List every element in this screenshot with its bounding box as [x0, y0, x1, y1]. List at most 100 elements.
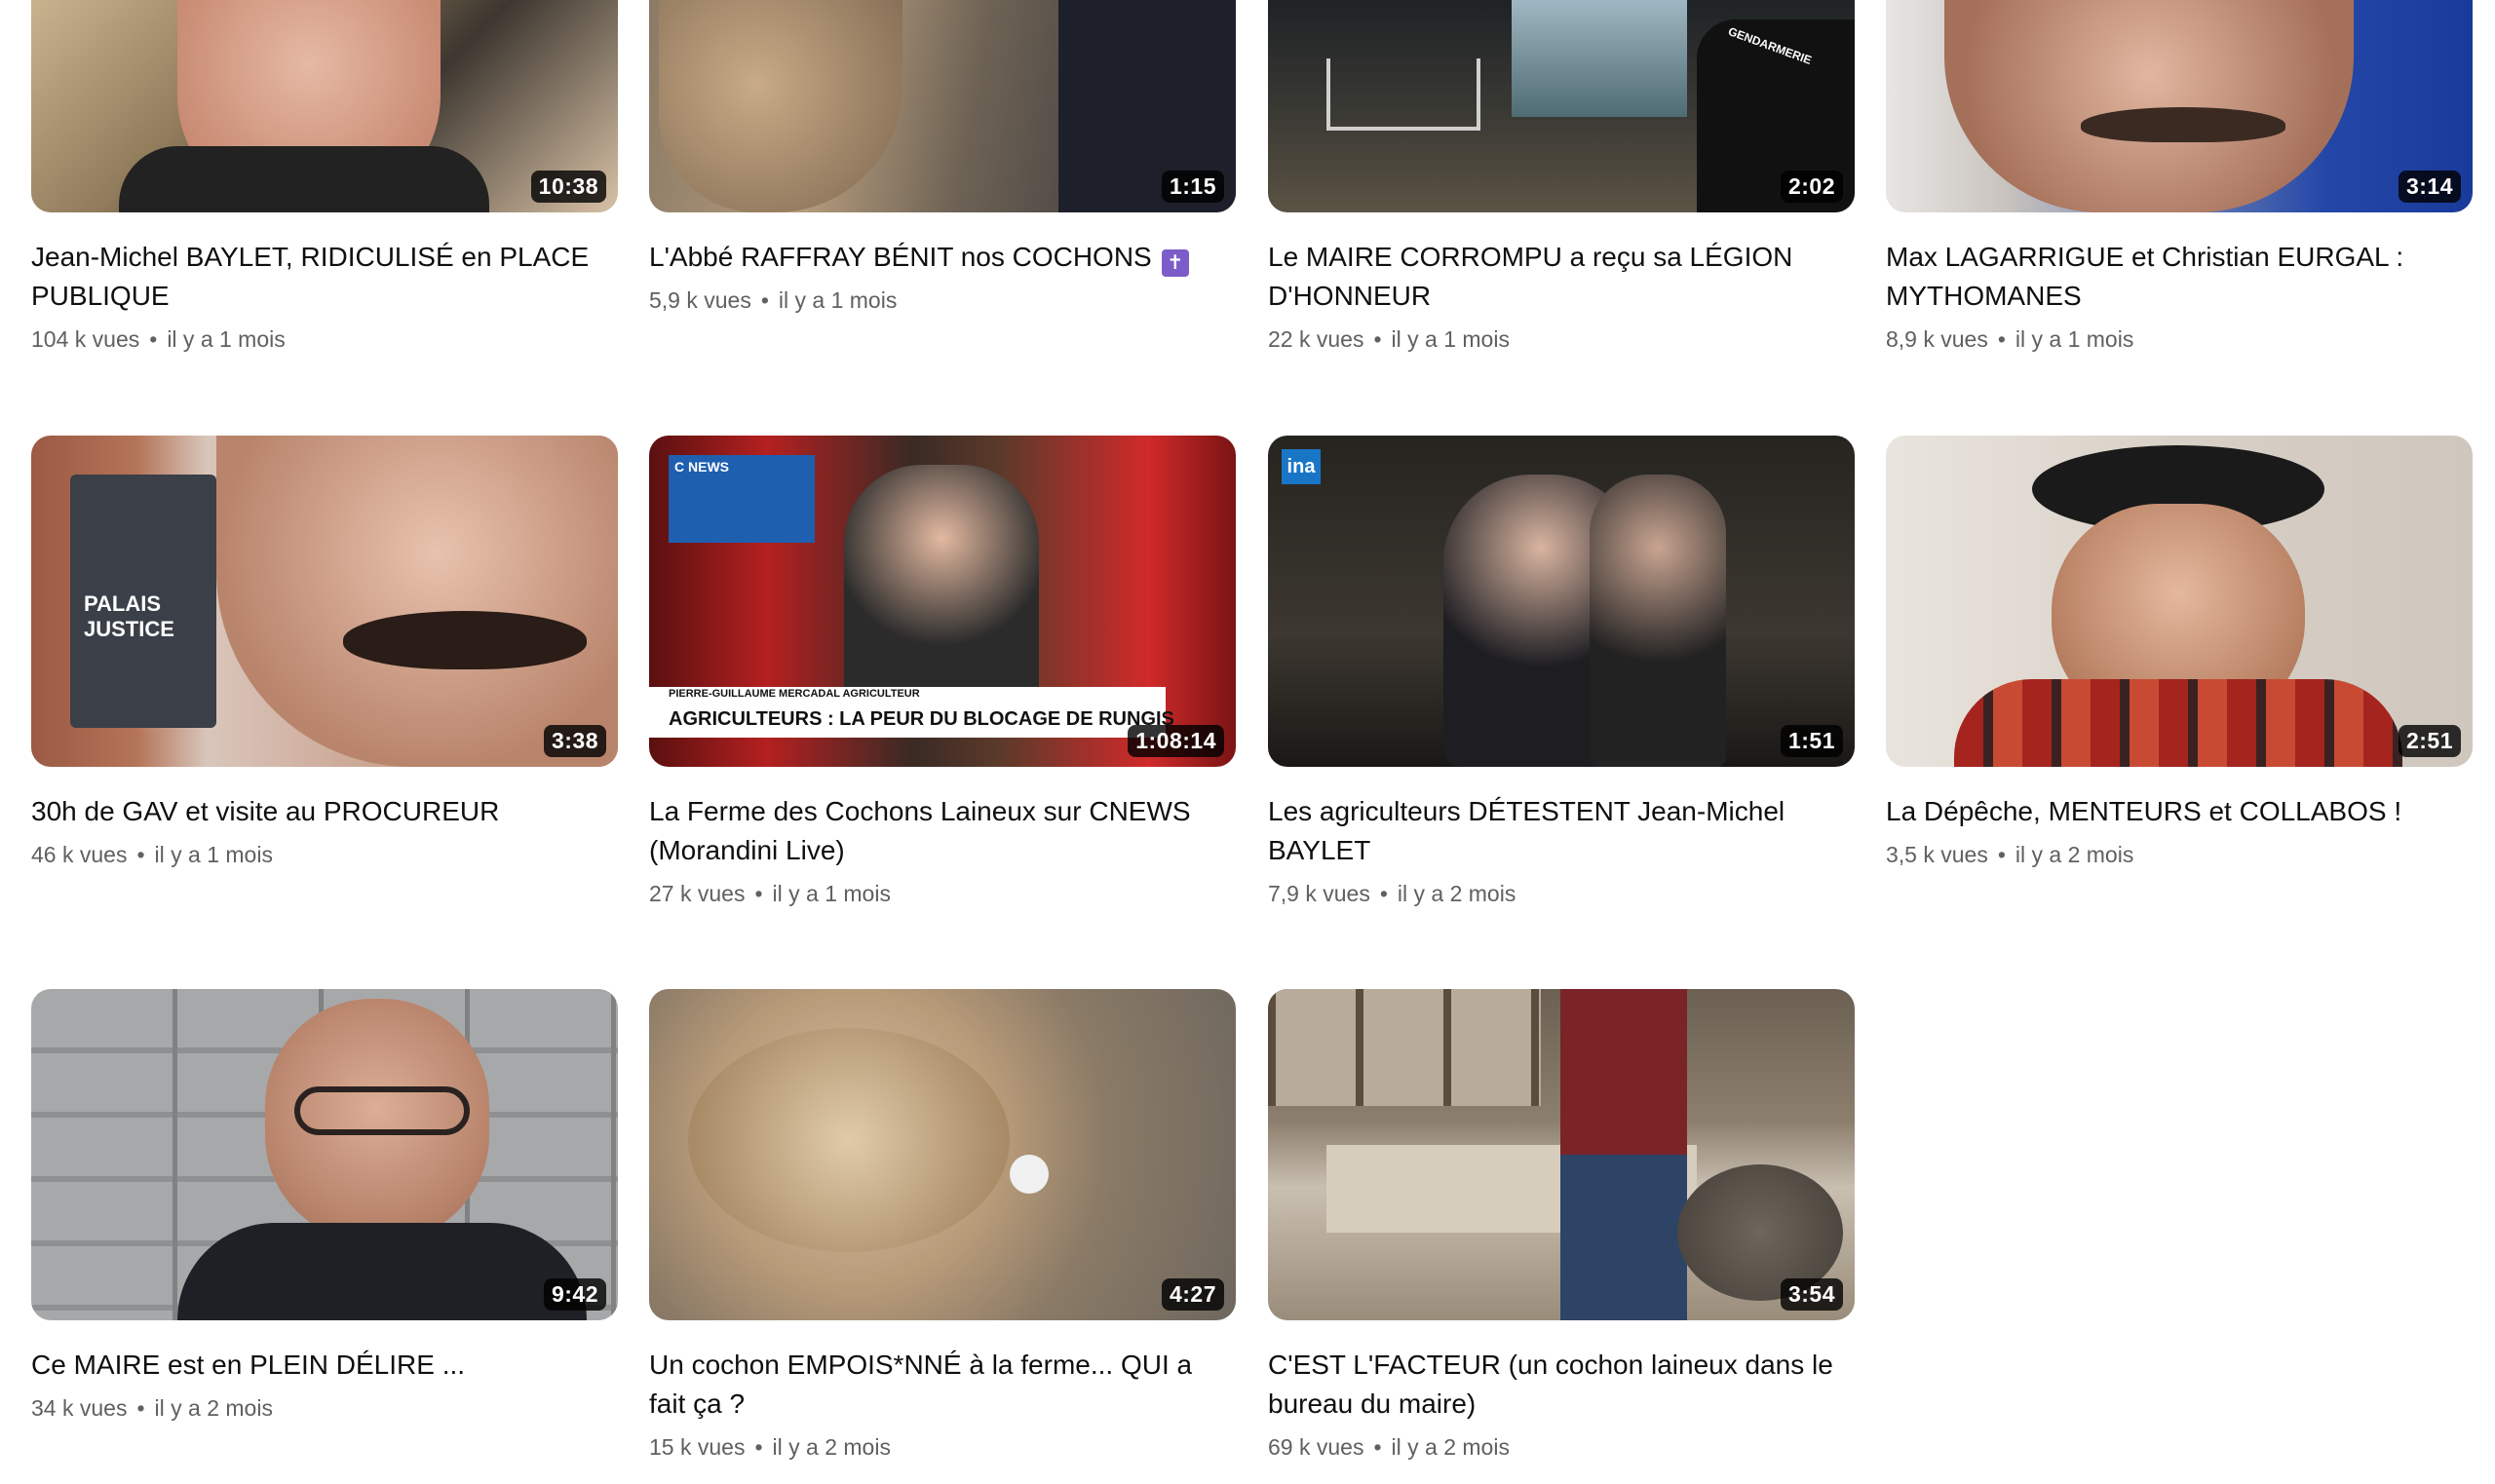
meta-separator: •: [136, 842, 145, 867]
pig-head: [659, 0, 902, 212]
video-thumbnail[interactable]: 3:54: [1268, 989, 1855, 1320]
video-thumbnail[interactable]: 2:51: [1886, 436, 2473, 767]
meta-separator: •: [1997, 326, 2006, 352]
ina-logo: ina: [1282, 449, 1321, 484]
video-thumbnail[interactable]: 4:27: [649, 989, 1236, 1320]
video-card[interactable]: GENDARMERIE 2:02 Le MAIRE CORROMPU a reç…: [1268, 0, 1855, 355]
barrier: [1326, 58, 1480, 131]
video-views: 27 k vues: [649, 881, 746, 906]
video-title[interactable]: La Dépêche, MENTEURS et COLLABOS !: [1886, 792, 2473, 831]
ministry-sign: PALAIS JUSTICE: [70, 475, 216, 728]
meta-separator: •: [754, 1434, 763, 1460]
meta-separator: •: [760, 287, 769, 313]
video-thumbnail[interactable]: 3:14: [1886, 0, 2473, 212]
video-thumbnail[interactable]: 1:15: [649, 0, 1236, 212]
video-duration: 2:51: [2398, 725, 2461, 757]
person-face: [216, 436, 618, 767]
video-views: 3,5 k vues: [1886, 842, 1988, 867]
video-title[interactable]: Jean-Michel BAYLET, RIDICULISÉ en PLACE …: [31, 238, 618, 316]
video-card[interactable]: 4:27 Un cochon EMPOIS*NNÉ à la ferme... …: [649, 989, 1236, 1463]
headline-text: AGRICULTEURS : LA PEUR DU BLOCAGE DE RUN…: [669, 708, 1174, 730]
guest-name: PIERRE-GUILLAUME MERCADAL AGRICULTEUR: [669, 688, 920, 700]
video-title-text: L'Abbé RAFFRAY BÉNIT nos COCHONS: [649, 242, 1152, 272]
video-age: il y a 1 mois: [772, 881, 891, 906]
video-thumbnail[interactable]: GENDARMERIE 2:02: [1268, 0, 1855, 212]
video-thumbnail[interactable]: 9:42: [31, 989, 618, 1320]
video-views: 22 k vues: [1268, 326, 1364, 352]
video-meta: 22 k vues • il y a 1 mois: [1268, 323, 1855, 355]
video-age: il y a 2 mois: [154, 1395, 273, 1421]
video-meta: 3,5 k vues • il y a 2 mois: [1886, 839, 2473, 870]
meta-separator: •: [1379, 881, 1388, 906]
video-card[interactable]: 1:15 L'Abbé RAFFRAY BÉNIT nos COCHONS ✝ 5…: [649, 0, 1236, 316]
sign-text: PALAIS JUSTICE: [84, 591, 174, 641]
name-strip: PIERRE-GUILLAUME MERCADAL AGRICULTEUR: [649, 687, 1166, 703]
video-title[interactable]: Les agriculteurs DÉTESTENT Jean-Michel B…: [1268, 792, 1855, 870]
mayor-jacket: [177, 1223, 587, 1320]
video-meta: 69 k vues • il y a 2 mois: [1268, 1431, 1855, 1463]
video-thumbnail[interactable]: 10:38: [31, 0, 618, 212]
video-title[interactable]: Max LAGARRIGUE et Christian EURGAL : MYT…: [1886, 238, 2473, 316]
meta-separator: •: [1997, 842, 2006, 867]
video-meta: 104 k vues • il y a 1 mois: [31, 323, 618, 355]
video-card[interactable]: ina 1:51 Les agriculteurs DÉTESTENT Jean…: [1268, 436, 1855, 909]
video-title[interactable]: Le MAIRE CORROMPU a reçu sa LÉGION D'HON…: [1268, 238, 1855, 316]
meta-separator: •: [149, 326, 158, 352]
video-age: il y a 2 mois: [2015, 842, 2134, 867]
mustache: [343, 611, 587, 669]
video-duration: 3:38: [543, 725, 606, 757]
bookshelf: [1268, 989, 1541, 1106]
video-card[interactable]: 3:14 Max LAGARRIGUE et Christian EURGAL …: [1886, 0, 2473, 355]
video-meta: 46 k vues • il y a 1 mois: [31, 839, 618, 870]
video-duration: 1:15: [1161, 171, 1224, 203]
video-grid: 10:38 Jean-Michel BAYLET, RIDICULISÉ en …: [0, 0, 2495, 1484]
video-title[interactable]: C'EST L'FACTEUR (un cochon laineux dans …: [1268, 1346, 1855, 1424]
video-meta: 7,9 k vues • il y a 2 mois: [1268, 878, 1855, 909]
person-face: [1944, 0, 2354, 212]
glasses: [294, 1086, 470, 1135]
video-card[interactable]: C NEWS PIERRE-GUILLAUME MERCADAL AGRICUL…: [649, 436, 1236, 909]
video-age: il y a 1 mois: [778, 287, 898, 313]
video-duration: 3:14: [2398, 171, 2461, 203]
video-title[interactable]: La Ferme des Cochons Laineux sur CNEWS (…: [649, 792, 1236, 870]
video-age: il y a 1 mois: [2015, 326, 2134, 352]
video-card[interactable]: PALAIS JUSTICE 3:38 30h de GAV et visite…: [31, 436, 618, 870]
video-duration: 2:02: [1780, 171, 1843, 203]
guest-person: [844, 465, 1039, 708]
video-duration: 9:42: [543, 1278, 606, 1311]
meta-separator: •: [1373, 1434, 1382, 1460]
white-object: [1010, 1155, 1049, 1194]
headline-banner: AGRICULTEURS : LA PEUR DU BLOCAGE DE RUN…: [649, 703, 1174, 738]
video-views: 34 k vues: [31, 1395, 128, 1421]
video-card[interactable]: 3:54 C'EST L'FACTEUR (un cochon laineux …: [1268, 989, 1855, 1463]
video-duration: 3:54: [1780, 1278, 1843, 1311]
video-meta: 27 k vues • il y a 1 mois: [649, 878, 1236, 909]
video-title[interactable]: Ce MAIRE est en PLEIN DÉLIRE ...: [31, 1346, 618, 1385]
video-card[interactable]: 9:42 Ce MAIRE est en PLEIN DÉLIRE ... 34…: [31, 989, 618, 1424]
studio-screen: C NEWS: [669, 455, 815, 543]
plaid-shirt: [1954, 679, 2402, 767]
video-thumbnail[interactable]: PALAIS JUSTICE 3:38: [31, 436, 618, 767]
video-title[interactable]: Un cochon EMPOIS*NNÉ à la ferme... QUI a…: [649, 1346, 1236, 1424]
person-jacket: [119, 146, 489, 212]
video-views: 7,9 k vues: [1268, 881, 1370, 906]
video-meta: 8,9 k vues • il y a 1 mois: [1886, 323, 2473, 355]
video-views: 8,9 k vues: [1886, 326, 1988, 352]
video-duration: 1:51: [1780, 725, 1843, 757]
video-age: il y a 2 mois: [772, 1434, 891, 1460]
video-duration: 1:08:14: [1128, 725, 1224, 757]
video-views: 104 k vues: [31, 326, 140, 352]
meta-separator: •: [1373, 326, 1382, 352]
video-age: il y a 1 mois: [154, 842, 273, 867]
video-thumbnail[interactable]: ina 1:51: [1268, 436, 1855, 767]
video-card[interactable]: 2:51 La Dépêche, MENTEURS et COLLABOS ! …: [1886, 436, 2473, 870]
video-thumbnail[interactable]: C NEWS PIERRE-GUILLAUME MERCADAL AGRICUL…: [649, 436, 1236, 767]
gendarmerie-label: GENDARMERIE: [1726, 24, 1814, 67]
video-duration: 4:27: [1161, 1278, 1224, 1311]
video-meta: 15 k vues • il y a 2 mois: [649, 1431, 1236, 1463]
bodyguard: [1590, 475, 1726, 767]
video-meta: 5,9 k vues • il y a 1 mois: [649, 285, 1236, 316]
video-title[interactable]: 30h de GAV et visite au PROCUREUR: [31, 792, 618, 831]
video-title[interactable]: L'Abbé RAFFRAY BÉNIT nos COCHONS ✝: [649, 238, 1236, 277]
video-card[interactable]: 10:38 Jean-Michel BAYLET, RIDICULISÉ en …: [31, 0, 618, 355]
